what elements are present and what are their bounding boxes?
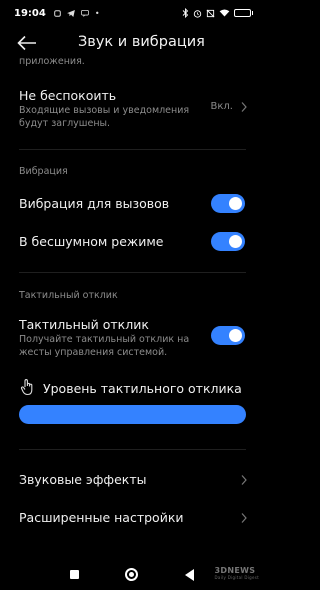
- more-dot-icon: •: [94, 8, 100, 18]
- toggle-knob: [229, 197, 242, 210]
- vibration-section-label: Вибрация: [19, 166, 68, 177]
- haptic-feedback-row[interactable]: Тактильный отклик Получайте тактильный о…: [0, 314, 265, 360]
- divider: [19, 149, 246, 150]
- toggle-knob: [229, 329, 242, 342]
- haptic-level-slider[interactable]: [19, 405, 246, 424]
- navigation-bar: 3DNEWS Daily Digital Digest: [0, 560, 265, 590]
- haptic-level-title: Уровень тактильного отклика: [43, 381, 242, 396]
- haptic-feedback-toggle[interactable]: [211, 326, 245, 345]
- status-bar: 19:04 •: [0, 0, 265, 26]
- bluetooth-icon: [182, 8, 188, 18]
- watermark: 3DNEWS Daily Digital Digest: [215, 566, 259, 580]
- chevron-right-icon: [241, 102, 247, 112]
- mute-icon: [206, 9, 214, 17]
- page-title: Звук и вибрация: [78, 34, 205, 50]
- scrolled-description: приложения.: [19, 56, 85, 67]
- message-icon: [80, 9, 89, 17]
- alarm-icon: [193, 9, 201, 18]
- vibration-silent-title: В бесшумном режиме: [19, 234, 164, 249]
- do-not-disturb-title: Не беспокоить: [19, 88, 117, 103]
- advanced-settings-title: Расширенные настройки: [19, 510, 184, 525]
- haptic-feedback-title: Тактильный отклик: [19, 317, 149, 332]
- home-button[interactable]: [125, 568, 138, 581]
- toggle-knob: [229, 235, 242, 248]
- recents-button[interactable]: [70, 570, 79, 579]
- do-not-disturb-subtitle: Входящие вызовы и уведомления будут загл…: [19, 105, 190, 129]
- vibration-calls-title: Вибрация для вызовов: [19, 196, 170, 211]
- status-time: 19:04: [14, 7, 46, 19]
- do-not-disturb-value: Вкл.: [210, 101, 233, 112]
- advanced-settings-row[interactable]: Расширенные настройки: [0, 506, 265, 530]
- wifi-icon: [219, 9, 229, 17]
- notification-icon: [54, 9, 61, 17]
- back-arrow-icon[interactable]: [16, 35, 38, 51]
- do-not-disturb-row[interactable]: Не беспокоить Входящие вызовы и уведомле…: [0, 84, 265, 134]
- haptic-section-label: Тактильный отклик: [19, 290, 118, 301]
- telegram-icon: [66, 9, 75, 17]
- vibration-calls-row[interactable]: Вибрация для вызовов: [0, 192, 265, 216]
- app-header: Звук и вибрация: [0, 28, 265, 58]
- divider: [19, 272, 246, 273]
- vibration-calls-toggle[interactable]: [211, 194, 245, 213]
- vibration-silent-toggle[interactable]: [211, 232, 245, 251]
- status-right-icons: [182, 8, 253, 18]
- divider: [19, 449, 246, 450]
- watermark-brand: 3DNEWS: [214, 566, 256, 575]
- haptic-feedback-subtitle: Получайте тактильный отклик на жесты упр…: [19, 334, 190, 358]
- status-notification-icons: •: [54, 9, 100, 18]
- sound-effects-title: Звуковые эффекты: [19, 472, 147, 487]
- sound-effects-row[interactable]: Звуковые эффекты: [0, 468, 265, 492]
- watermark-tagline: Daily Digital Digest: [214, 575, 259, 580]
- battery-icon: [233, 9, 253, 17]
- chevron-right-icon: [241, 513, 247, 523]
- back-button[interactable]: [185, 569, 194, 581]
- chevron-right-icon: [241, 475, 247, 485]
- vibration-silent-row[interactable]: В бесшумном режиме: [0, 230, 265, 254]
- hand-tap-icon: [20, 379, 33, 396]
